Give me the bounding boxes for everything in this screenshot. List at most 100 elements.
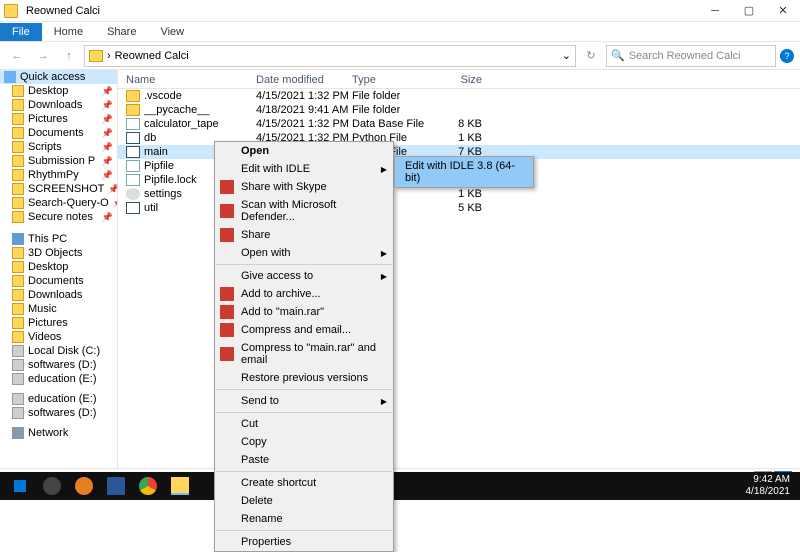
sidebar-this-pc[interactable]: This PC xyxy=(0,232,117,246)
folder-icon xyxy=(12,317,24,329)
sidebar: Quick access Desktop📌Downloads📌Pictures📌… xyxy=(0,70,118,468)
taskbar-explorer[interactable] xyxy=(164,474,196,498)
col-type[interactable]: Type xyxy=(352,74,432,86)
idle-submenu[interactable]: Edit with IDLE 3.8 (64-bit) xyxy=(394,156,534,188)
context-menu-item[interactable]: Compress and email... xyxy=(215,321,393,339)
context-menu-item[interactable]: Open with▶ xyxy=(215,244,393,262)
sidebar-item[interactable]: softwares (D:) xyxy=(0,358,117,372)
taskbar-app[interactable] xyxy=(68,474,100,498)
sidebar-item[interactable]: Documents xyxy=(0,274,117,288)
sidebar-item[interactable]: Secure notes📌 xyxy=(0,210,117,224)
menu-icon xyxy=(220,228,234,242)
sidebar-item[interactable]: Search-Query-O📌 xyxy=(0,196,117,210)
context-menu-item[interactable]: Copy xyxy=(215,433,393,451)
context-menu-item[interactable]: Cut xyxy=(215,415,393,433)
sidebar-item[interactable]: Submission P📌 xyxy=(0,154,117,168)
sidebar-item[interactable]: softwares (D:) xyxy=(0,406,117,420)
submenu-item-idle38[interactable]: Edit with IDLE 3.8 (64-bit) xyxy=(395,157,533,187)
close-button[interactable]: ✕ xyxy=(766,0,800,22)
drive-icon xyxy=(12,345,24,357)
context-menu-item[interactable]: Compress to "main.rar" and email xyxy=(215,339,393,369)
drive-icon xyxy=(12,373,24,385)
file-row[interactable]: calculator_tape4/15/2021 1:32 PMData Bas… xyxy=(118,117,800,131)
context-menu-item[interactable]: Give access to▶ xyxy=(215,267,393,285)
menu-icon xyxy=(220,204,234,218)
sidebar-item[interactable]: Documents📌 xyxy=(0,126,117,140)
system-tray[interactable]: 9:42 AM 4/18/2021 xyxy=(746,474,797,498)
folder-icon xyxy=(12,247,24,259)
sidebar-item[interactable]: Videos xyxy=(0,330,117,344)
folder-icon xyxy=(4,4,18,18)
folder-icon xyxy=(12,261,24,273)
sidebar-item[interactable]: Pictures xyxy=(0,316,117,330)
sidebar-item[interactable]: RhythmPy📌 xyxy=(0,168,117,182)
forward-button[interactable]: → xyxy=(32,45,54,67)
col-date[interactable]: Date modified xyxy=(256,74,352,86)
context-menu-item[interactable]: Restore previous versions xyxy=(215,369,393,387)
sidebar-item[interactable]: Pictures📌 xyxy=(0,112,117,126)
file-icon xyxy=(126,132,140,144)
file-icon xyxy=(126,146,140,158)
sidebar-item[interactable]: Local Disk (C:) xyxy=(0,344,117,358)
sidebar-quick-access[interactable]: Quick access xyxy=(0,70,117,84)
sidebar-item[interactable]: 3D Objects xyxy=(0,246,117,260)
maximize-button[interactable]: ▢ xyxy=(732,0,766,22)
file-icon xyxy=(126,90,140,102)
help-icon[interactable]: ? xyxy=(780,49,794,63)
search-icon: 🔍 xyxy=(611,49,625,62)
sidebar-network[interactable]: Network xyxy=(0,426,117,440)
sidebar-item[interactable]: Desktop📌 xyxy=(0,84,117,98)
file-tab[interactable]: File xyxy=(0,23,42,41)
taskbar-chrome[interactable] xyxy=(132,474,164,498)
sidebar-item[interactable]: Downloads xyxy=(0,288,117,302)
file-icon xyxy=(126,202,140,214)
sidebar-item[interactable]: Downloads📌 xyxy=(0,98,117,112)
sidebar-item[interactable]: education (E:) xyxy=(0,392,117,406)
back-button[interactable]: ← xyxy=(6,45,28,67)
sidebar-item[interactable]: Desktop xyxy=(0,260,117,274)
folder-icon xyxy=(12,141,24,153)
context-menu-item[interactable]: Scan with Microsoft Defender... xyxy=(215,196,393,226)
context-menu[interactable]: OpenEdit with IDLE▶Share with SkypeScan … xyxy=(214,141,394,552)
context-menu-item[interactable]: Properties xyxy=(215,533,393,551)
sidebar-item[interactable]: SCREENSHOT📌 xyxy=(0,182,117,196)
sidebar-item[interactable]: education (E:) xyxy=(0,372,117,386)
col-name[interactable]: Name xyxy=(126,74,256,86)
sidebar-item[interactable]: Scripts📌 xyxy=(0,140,117,154)
folder-icon xyxy=(12,85,24,97)
context-menu-item[interactable]: Edit with IDLE▶ xyxy=(215,160,393,178)
drive-icon xyxy=(12,359,24,371)
tab-share[interactable]: Share xyxy=(95,23,148,41)
tab-home[interactable]: Home xyxy=(42,23,95,41)
context-menu-item[interactable]: Open xyxy=(215,142,393,160)
address-field[interactable]: › Reowned Calci ⌄ xyxy=(84,45,576,67)
taskbar[interactable]: 9:42 AM 4/18/2021 xyxy=(0,472,800,500)
file-row[interactable]: .vscode4/15/2021 1:32 PMFile folder xyxy=(118,89,800,103)
search-input[interactable]: 🔍 Search Reowned Calci xyxy=(606,45,776,67)
menu-icon xyxy=(220,287,234,301)
context-menu-item[interactable]: Create shortcut xyxy=(215,474,393,492)
col-size[interactable]: Size xyxy=(432,74,482,86)
file-row[interactable]: __pycache__4/18/2021 9:41 AMFile folder xyxy=(118,103,800,117)
context-menu-item[interactable]: Add to archive... xyxy=(215,285,393,303)
context-menu-item[interactable]: Share with Skype xyxy=(215,178,393,196)
taskbar-app[interactable] xyxy=(100,474,132,498)
context-menu-item[interactable]: Send to▶ xyxy=(215,392,393,410)
breadcrumb[interactable]: Reowned Calci xyxy=(115,50,189,62)
sidebar-item[interactable]: Music xyxy=(0,302,117,316)
context-menu-item[interactable]: Paste xyxy=(215,451,393,469)
taskbar-app[interactable] xyxy=(36,474,68,498)
context-menu-item[interactable]: Add to "main.rar" xyxy=(215,303,393,321)
column-headers[interactable]: Name Date modified Type Size xyxy=(118,70,800,89)
context-menu-item[interactable]: Share xyxy=(215,226,393,244)
folder-icon xyxy=(12,113,24,125)
context-menu-item[interactable]: Delete xyxy=(215,492,393,510)
pc-icon xyxy=(12,233,24,245)
start-button[interactable] xyxy=(4,474,36,498)
tab-view[interactable]: View xyxy=(148,23,196,41)
refresh-button[interactable]: ↻ xyxy=(580,45,602,67)
context-menu-item[interactable]: Rename xyxy=(215,510,393,528)
minimize-button[interactable]: ─ xyxy=(698,0,732,22)
up-button[interactable]: ↑ xyxy=(58,45,80,67)
file-icon xyxy=(126,118,140,130)
